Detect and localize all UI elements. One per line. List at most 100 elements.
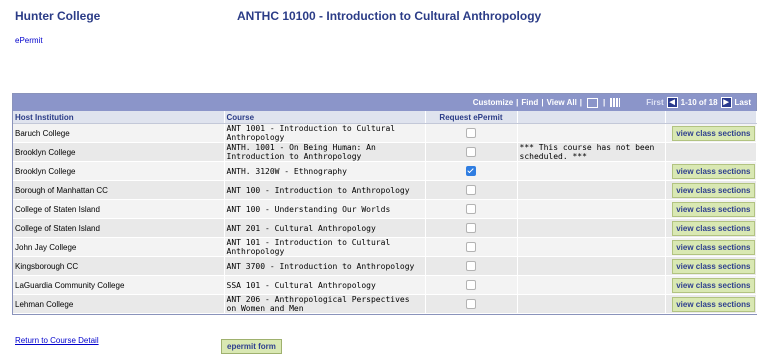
request-epermit-cell bbox=[425, 218, 518, 238]
column-header bbox=[665, 111, 757, 124]
host-institution-cell: Borough of Manhattan CC bbox=[13, 180, 225, 200]
request-epermit-checkbox[interactable] bbox=[466, 223, 476, 233]
epermit-link[interactable]: ePermit bbox=[15, 36, 43, 45]
request-epermit-cell bbox=[425, 123, 518, 143]
first-link: First bbox=[646, 98, 664, 107]
courses-table: Host Institution Course Request ePermit … bbox=[13, 111, 757, 314]
request-epermit-cell bbox=[425, 199, 518, 219]
host-institution-cell: Lehman College bbox=[13, 294, 225, 314]
request-epermit-checkbox[interactable] bbox=[466, 280, 476, 290]
view-class-sections-button[interactable]: view class sections bbox=[672, 296, 755, 312]
host-institution-cell: Brooklyn College bbox=[13, 142, 225, 162]
course-cell: ANT 100 - Introduction to Anthropology bbox=[224, 180, 426, 200]
request-epermit-cell bbox=[425, 275, 518, 295]
action-cell: view class sections bbox=[665, 256, 757, 276]
find-link[interactable]: Find bbox=[521, 98, 538, 107]
view-class-sections-button[interactable]: view class sections bbox=[672, 182, 755, 198]
view-class-sections-button[interactable]: view class sections bbox=[672, 163, 755, 179]
host-institution-cell: Brooklyn College bbox=[13, 161, 225, 181]
table-row: Brooklyn College ANTH. 3120W - Ethnograph… bbox=[13, 161, 757, 181]
column-header: Host Institution bbox=[13, 111, 225, 124]
table-row: John Jay College ANT 101 - Introduction t… bbox=[13, 237, 757, 257]
action-cell: view class sections bbox=[665, 199, 757, 219]
note-cell: *** This course has not been scheduled. … bbox=[517, 142, 666, 162]
host-institution-cell: Baruch College bbox=[13, 123, 225, 143]
return-to-course-detail-link[interactable]: Return to Course Detail bbox=[15, 336, 99, 345]
note-cell bbox=[517, 294, 666, 314]
table-row: College of Staten Island ANT 100 - Unders… bbox=[13, 199, 757, 219]
customize-link[interactable]: Customize bbox=[473, 98, 513, 107]
host-institution-cell: LaGuardia Community College bbox=[13, 275, 225, 295]
request-epermit-checkbox[interactable] bbox=[466, 261, 476, 271]
request-epermit-cell bbox=[425, 294, 518, 314]
request-epermit-cell bbox=[425, 256, 518, 276]
request-epermit-checkbox[interactable] bbox=[466, 166, 476, 176]
course-cell: ANTH. 3120W - Ethnography bbox=[224, 161, 426, 181]
page-range: 1-10 of 18 bbox=[680, 98, 718, 107]
request-epermit-checkbox[interactable] bbox=[466, 204, 476, 214]
note-cell bbox=[517, 275, 666, 295]
toolbar-separator: | bbox=[603, 98, 606, 107]
course-cell: ANT 100 - Understanding Our Worlds bbox=[224, 199, 426, 219]
action-cell: view class sections bbox=[665, 123, 757, 143]
institution-title: Hunter College bbox=[15, 9, 101, 23]
table-row: Borough of Manhattan CC ANT 100 - Introdu… bbox=[13, 180, 757, 200]
course-cell: ANT 101 - Introduction to Cultural Anthr… bbox=[224, 237, 426, 257]
note-cell bbox=[517, 199, 666, 219]
toolbar-separator: | bbox=[541, 98, 544, 107]
view-class-sections-button[interactable]: view class sections bbox=[672, 220, 755, 236]
view-class-sections-button[interactable]: view class sections bbox=[672, 239, 755, 255]
request-epermit-checkbox[interactable] bbox=[466, 147, 476, 157]
request-epermit-cell bbox=[425, 142, 518, 162]
table-row: LaGuardia Community College SSA 101 - Cul… bbox=[13, 275, 757, 295]
toolbar-separator: | bbox=[579, 98, 583, 107]
table-row: College of Staten Island ANT 201 - Cultur… bbox=[13, 218, 757, 238]
note-cell bbox=[517, 218, 666, 238]
host-institution-cell: Kingsborough CC bbox=[13, 256, 225, 276]
epermit-form-button[interactable]: epermit form bbox=[221, 339, 282, 354]
request-epermit-cell bbox=[425, 237, 518, 257]
note-cell bbox=[517, 256, 666, 276]
view-class-sections-button[interactable]: view class sections bbox=[672, 277, 755, 293]
action-cell bbox=[665, 142, 757, 162]
table-row: Brooklyn College ANTH. 1001 - On Being Hu… bbox=[13, 142, 757, 162]
host-institution-cell: College of Staten Island bbox=[13, 218, 225, 238]
view-class-sections-button[interactable]: view class sections bbox=[672, 258, 755, 274]
host-institution-cell: John Jay College bbox=[13, 237, 225, 257]
toolbar-separator: | bbox=[516, 98, 519, 107]
action-cell: view class sections bbox=[665, 275, 757, 295]
last-link[interactable]: Last bbox=[735, 98, 751, 107]
download-icon[interactable] bbox=[610, 98, 621, 107]
first-arrow-icon: ◀ bbox=[666, 97, 678, 108]
request-epermit-checkbox[interactable] bbox=[466, 299, 476, 309]
note-cell bbox=[517, 237, 666, 257]
note-cell bbox=[517, 123, 666, 143]
column-header: Course bbox=[224, 111, 426, 124]
request-epermit-checkbox[interactable] bbox=[466, 185, 476, 195]
view-class-sections-button[interactable]: view class sections bbox=[672, 201, 755, 217]
next-arrow-icon[interactable]: ▶ bbox=[720, 97, 732, 108]
course-cell: ANT 201 - Cultural Anthropology bbox=[224, 218, 426, 238]
action-cell: view class sections bbox=[665, 180, 757, 200]
column-header bbox=[517, 111, 666, 124]
note-cell bbox=[517, 180, 666, 200]
host-institution-cell: College of Staten Island bbox=[13, 199, 225, 219]
table-header-row: Host Institution Course Request ePermit bbox=[13, 111, 757, 124]
request-epermit-checkbox[interactable] bbox=[466, 242, 476, 252]
view-all-link[interactable]: View All bbox=[547, 98, 577, 107]
grid-toolbar: Customize | Find | View All | | First ◀ … bbox=[13, 94, 756, 111]
request-epermit-cell bbox=[425, 161, 518, 181]
epermit-grid: Customize | Find | View All | | First ◀ … bbox=[12, 93, 757, 315]
column-header: Request ePermit bbox=[425, 111, 518, 124]
course-title: ANTHC 10100 - Introduction to Cultural A… bbox=[237, 9, 542, 23]
course-cell: ANT 206 - Anthropological Perspectives o… bbox=[224, 294, 426, 314]
course-cell: ANT 1001 - Introduction to Cultural Anth… bbox=[224, 123, 426, 143]
view-class-sections-button[interactable]: view class sections bbox=[672, 125, 755, 141]
action-cell: view class sections bbox=[665, 161, 757, 181]
zoom-grid-icon[interactable] bbox=[587, 97, 599, 108]
course-cell: ANT 3700 - Introduction to Anthropology bbox=[224, 256, 426, 276]
table-row: Lehman College ANT 206 - Anthropological … bbox=[13, 294, 757, 314]
course-cell: ANTH. 1001 - On Being Human: An Introduc… bbox=[224, 142, 426, 162]
table-row: Kingsborough CC ANT 3700 - Introduction t… bbox=[13, 256, 757, 276]
request-epermit-checkbox[interactable] bbox=[466, 128, 476, 138]
